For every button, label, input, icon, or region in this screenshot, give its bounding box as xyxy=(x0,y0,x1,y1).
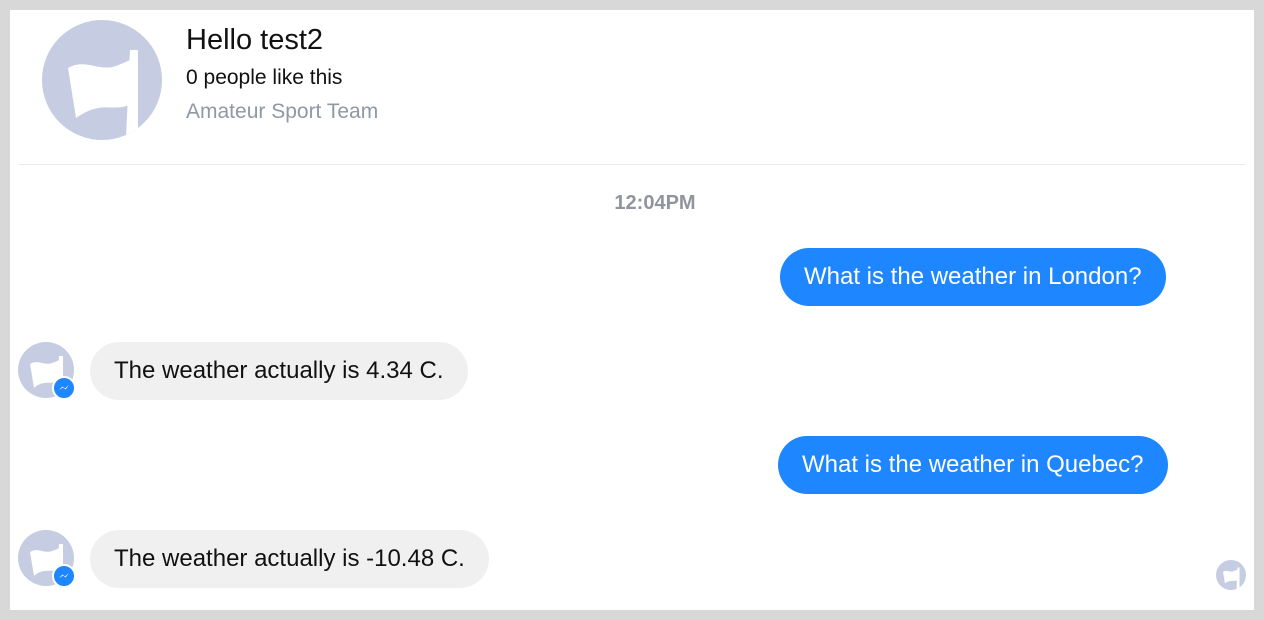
flag-icon xyxy=(68,50,138,138)
page-likes-count: 0 people like this xyxy=(186,66,343,89)
page-category: Amateur Sport Team xyxy=(186,100,379,123)
page-avatar[interactable] xyxy=(42,20,162,140)
outgoing-message[interactable]: What is the weather in London? xyxy=(780,248,1166,306)
seen-indicator-flag-icon xyxy=(1216,560,1246,590)
incoming-message[interactable]: The weather actually is 4.34 C. xyxy=(90,342,468,400)
page-title[interactable]: Hello test2 xyxy=(186,22,323,58)
incoming-message[interactable]: The weather actually is -10.48 C. xyxy=(90,530,489,588)
messenger-icon xyxy=(52,376,76,400)
messenger-chat-window: Hello test2 0 people like this Amateur S… xyxy=(10,10,1254,610)
outgoing-message[interactable]: What is the weather in Quebec? xyxy=(778,436,1168,494)
messenger-icon xyxy=(52,564,76,588)
bot-avatar[interactable] xyxy=(18,342,76,400)
conversation-timestamp: 12:04PM xyxy=(614,192,696,214)
bot-avatar[interactable] xyxy=(18,530,76,588)
header-divider xyxy=(18,164,1246,165)
page-header: Hello test2 0 people like this Amateur S… xyxy=(10,10,1254,164)
